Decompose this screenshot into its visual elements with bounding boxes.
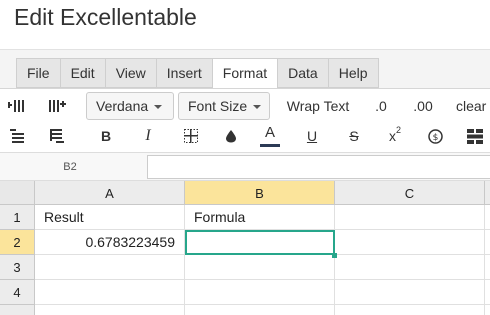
column-header-overflow (485, 181, 490, 205)
decrease-decimal-button[interactable]: .0 (370, 95, 392, 117)
chevron-down-icon (253, 105, 262, 109)
name-box[interactable]: B2 (0, 153, 140, 181)
row-header-1[interactable]: 1 (0, 205, 35, 230)
font-family-dropdown[interactable]: Verdana (86, 92, 174, 120)
currency-icon[interactable]: $ (424, 125, 446, 147)
menu-item-view[interactable]: View (104, 58, 156, 88)
toolbar: Verdana Font Size Wrap Text .0 .00 clear… (0, 88, 490, 152)
cell-d4[interactable] (485, 280, 490, 305)
cell-c1[interactable] (335, 205, 485, 230)
row-header-3[interactable]: 3 (0, 255, 35, 280)
menu-item-insert[interactable]: Insert (155, 58, 212, 88)
menu-item-help[interactable]: Help (327, 58, 379, 88)
font-size-dropdown[interactable]: Font Size (178, 92, 270, 120)
insert-column-right-icon[interactable] (46, 95, 68, 117)
superscript-2: 2 (395, 125, 401, 135)
select-all-corner[interactable] (0, 181, 35, 205)
row-header-4[interactable]: 4 (0, 280, 35, 305)
menu-bar: File Edit View Insert Format Data Help (0, 49, 490, 89)
insert-row-below-icon[interactable] (46, 125, 68, 147)
formula-input[interactable] (147, 155, 490, 179)
cell-c3[interactable] (335, 255, 485, 280)
underline-button[interactable]: U (302, 125, 322, 147)
cell-a1[interactable]: Result (35, 205, 185, 230)
cell-b3[interactable] (185, 255, 335, 280)
formula-bar: B2 (0, 152, 490, 181)
strikethrough-button[interactable]: S (344, 125, 364, 147)
clear-button[interactable]: clear (456, 95, 490, 117)
column-header-a[interactable]: A (35, 181, 185, 205)
increase-decimal-button[interactable]: .00 (410, 95, 436, 117)
insert-row-above-icon[interactable] (6, 125, 28, 147)
chevron-down-icon (154, 105, 163, 109)
menu: File Edit View Insert Format Data Help (16, 58, 379, 89)
insert-column-left-icon[interactable] (6, 95, 28, 117)
font-size-value: Font Size (188, 98, 248, 114)
menu-item-format[interactable]: Format (211, 58, 278, 89)
cell-d1[interactable] (485, 205, 490, 230)
cell-a2[interactable]: 0.6783223459 (35, 230, 185, 255)
svg-text:$: $ (432, 133, 438, 143)
cell-c4[interactable] (335, 280, 485, 305)
cell-a5[interactable] (35, 305, 185, 315)
row-header-2[interactable]: 2 (0, 230, 35, 255)
font-color-swatch (260, 144, 280, 147)
column-header-c[interactable]: C (335, 181, 485, 205)
bold-button[interactable]: B (96, 125, 116, 147)
menu-item-file[interactable]: File (16, 58, 60, 88)
cell-c5[interactable] (335, 305, 485, 315)
spreadsheet-grid: A B C 1 2 3 4 Result Formula 0.678322345… (0, 181, 490, 315)
cell-c2[interactable] (335, 230, 485, 255)
fill-handle[interactable] (332, 253, 337, 258)
cell-b1[interactable]: Formula (185, 205, 335, 230)
cell-a4[interactable] (35, 280, 185, 305)
superscript-button[interactable]: x2 (384, 125, 406, 147)
cell-a3[interactable] (35, 255, 185, 280)
borders-icon[interactable] (180, 125, 202, 147)
font-family-value: Verdana (96, 98, 149, 114)
column-header-b[interactable]: B (185, 181, 335, 205)
font-color-label: A (264, 124, 275, 141)
row-header-5[interactable] (0, 305, 35, 315)
fill-color-icon[interactable] (220, 125, 242, 147)
italic-button[interactable]: I (138, 125, 158, 147)
superscript-x: x (388, 128, 396, 144)
font-color-button[interactable]: A (258, 123, 282, 149)
active-cell-b2[interactable] (185, 230, 335, 255)
cell-d2[interactable] (485, 230, 490, 255)
cell-b4[interactable] (185, 280, 335, 305)
menu-item-data[interactable]: Data (277, 58, 328, 88)
menu-item-edit[interactable]: Edit (59, 58, 105, 88)
wrap-text-button[interactable]: Wrap Text (284, 95, 352, 117)
page-title: Edit Excellentable (14, 4, 197, 30)
cell-b5[interactable] (185, 305, 335, 315)
merge-cells-icon[interactable] (464, 125, 486, 147)
cell-d3[interactable] (485, 255, 490, 280)
